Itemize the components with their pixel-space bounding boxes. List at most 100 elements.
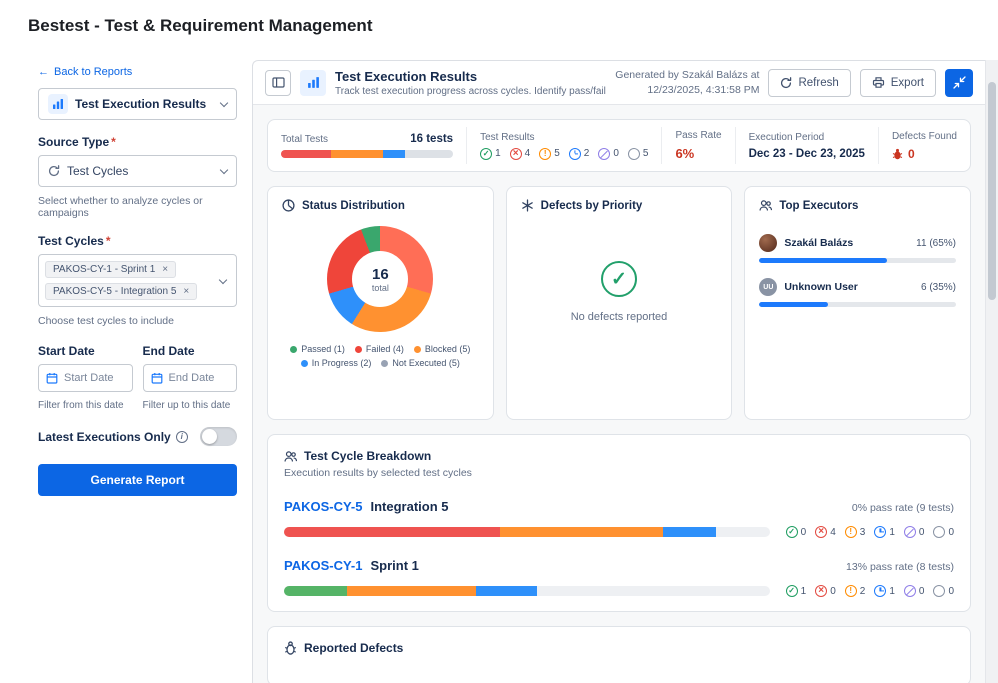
- start-date-label: Start Date: [38, 344, 133, 358]
- execution-period-value: Dec 23 - Dec 23, 2025: [749, 148, 865, 160]
- source-type-label: Source Type*: [38, 135, 237, 149]
- test-cycles-label: Test Cycles*: [38, 234, 237, 248]
- chevron-down-icon: [220, 165, 228, 173]
- users-icon: [759, 199, 772, 212]
- failed-icon: [510, 148, 522, 160]
- start-date-input[interactable]: [64, 372, 125, 384]
- executor-row: Szakál Balázs 11 (65%): [759, 234, 956, 263]
- info-icon: i: [176, 431, 188, 443]
- filters-sidebar: ← Back to Reports Test Execution Results…: [0, 60, 252, 683]
- collapse-arrows-icon: [953, 76, 966, 89]
- end-date-field[interactable]: [143, 364, 238, 392]
- vertical-scrollbar[interactable]: [985, 60, 998, 683]
- defects-by-priority-card: Defects by Priority ✓ No defects reporte…: [506, 186, 733, 420]
- report-type-value: Test Execution Results: [75, 97, 206, 111]
- cycle-pass-rate: 13% pass rate (8 tests): [846, 561, 954, 573]
- calendar-icon: [46, 372, 58, 384]
- chevron-down-icon: [220, 98, 228, 106]
- defects-found-stat: Defects Found 0: [878, 127, 970, 164]
- scrollbar-thumb[interactable]: [988, 82, 996, 300]
- start-date-field[interactable]: [38, 364, 133, 392]
- collapse-panel-button[interactable]: [945, 69, 973, 97]
- report-header: Test Execution Results Track test execut…: [253, 61, 985, 105]
- in-progress-icon: [874, 585, 886, 597]
- cycle-key-link[interactable]: PAKOS-CY-5: [284, 499, 363, 514]
- cycle-chip: PAKOS-CY-1 - Sprint 1 ×: [45, 261, 176, 278]
- report-content: Total Tests 16 tests Test Results: [253, 105, 985, 683]
- no-defects-text: No defects reported: [571, 311, 668, 323]
- pie-chart-icon: [282, 199, 295, 212]
- not-executed-icon: [933, 526, 945, 538]
- status-distribution-card: Status Distribution 16 total Passe: [267, 186, 494, 420]
- cycle-status-counts: 1 0 2 1 0 0: [786, 585, 954, 597]
- refresh-icon: [780, 77, 792, 89]
- check-circle-icon: ✓: [601, 261, 637, 297]
- generated-info: Generated by Szakál Balázs at 12/23/2025…: [615, 68, 759, 97]
- calendar-icon: [151, 372, 163, 384]
- legend-dot: [290, 346, 297, 353]
- total-tests-stat: Total Tests 16 tests: [268, 127, 466, 164]
- failed-icon: [815, 585, 827, 597]
- top-executors-card: Top Executors Szakál Balázs 11 (65%): [744, 186, 971, 420]
- start-date-help: Filter from this date: [38, 400, 133, 411]
- not-executed-icon: [933, 585, 945, 597]
- latest-executions-toggle[interactable]: [200, 427, 237, 446]
- pass-rate-stat: Pass Rate 6%: [661, 127, 734, 164]
- summary-stats-card: Total Tests 16 tests Test Results: [267, 119, 971, 172]
- report-chart-icon-button[interactable]: [300, 70, 326, 96]
- cycle-row: PAKOS-CY-5 Integration 5 0% pass rate (9…: [284, 499, 954, 538]
- failed-icon: [815, 526, 827, 538]
- report-title: Test Execution Results: [335, 69, 606, 84]
- status-donut-chart: 16 total: [327, 226, 433, 332]
- test-cycles-multiselect[interactable]: PAKOS-CY-1 - Sprint 1 × PAKOS-CY-5 - Int…: [38, 254, 237, 307]
- reported-defects-card: Reported Defects: [267, 626, 971, 683]
- passed-icon: [480, 148, 492, 160]
- bar-chart-icon: [48, 94, 68, 114]
- toggle-sidebar-button[interactable]: [265, 70, 291, 96]
- in-progress-icon: [569, 148, 581, 160]
- legend-dot: [381, 360, 388, 367]
- source-type-value: Test Cycles: [67, 164, 128, 178]
- remove-chip-icon[interactable]: ×: [162, 265, 168, 275]
- remove-chip-icon[interactable]: ×: [183, 287, 189, 297]
- printer-icon: [872, 76, 885, 89]
- generate-report-button[interactable]: Generate Report: [38, 464, 237, 496]
- report-type-select[interactable]: Test Execution Results: [38, 88, 237, 120]
- report-subtitle: Track test execution progress across cyc…: [335, 86, 606, 97]
- export-button[interactable]: Export: [860, 69, 936, 97]
- test-cycle-breakdown-card: Test Cycle Breakdown Execution results b…: [267, 434, 971, 612]
- cycle-row: PAKOS-CY-1 Sprint 1 13% pass rate (8 tes…: [284, 558, 954, 597]
- total-tests-value: 16 tests: [410, 133, 453, 145]
- legend-dot: [355, 346, 362, 353]
- excluded-icon: [904, 526, 916, 538]
- defects-found-value: 0: [908, 147, 915, 161]
- execution-period-stat: Execution Period Dec 23 - Dec 23, 2025: [735, 127, 878, 164]
- in-progress-icon: [874, 526, 886, 538]
- source-type-help: Select whether to analyze cycles or camp…: [38, 195, 237, 219]
- blocked-icon: [845, 585, 857, 597]
- page-title: Bestest - Test & Requirement Management: [0, 0, 998, 46]
- test-results-stat: Test Results 1 4 5 2 0 5: [466, 127, 661, 164]
- test-cycles-help: Choose test cycles to include: [38, 315, 237, 327]
- passed-icon: [786, 585, 798, 597]
- bug-icon: [284, 641, 297, 655]
- excluded-icon: [904, 585, 916, 597]
- cycle-refresh-icon: [48, 165, 60, 177]
- legend-dot: [301, 360, 308, 367]
- layout: ← Back to Reports Test Execution Results…: [0, 60, 998, 683]
- bug-icon: [892, 148, 903, 160]
- pass-rate-value: 6%: [675, 146, 721, 161]
- end-date-input[interactable]: [169, 372, 230, 384]
- cycle-status-counts: 0 4 3 1 0 0: [786, 526, 954, 538]
- back-to-reports-link[interactable]: ← Back to Reports: [38, 66, 132, 78]
- legend-dot: [414, 346, 421, 353]
- blocked-icon: [539, 148, 551, 160]
- source-type-select[interactable]: Test Cycles: [38, 155, 237, 187]
- bar-chart-icon: [307, 76, 320, 89]
- total-tests-bar: [281, 150, 453, 158]
- excluded-icon: [598, 148, 610, 160]
- executor-progress-bar: [759, 258, 956, 263]
- cycle-key-link[interactable]: PAKOS-CY-1: [284, 558, 363, 573]
- refresh-button[interactable]: Refresh: [768, 69, 850, 97]
- cycle-chip: PAKOS-CY-5 - Integration 5 ×: [45, 283, 197, 300]
